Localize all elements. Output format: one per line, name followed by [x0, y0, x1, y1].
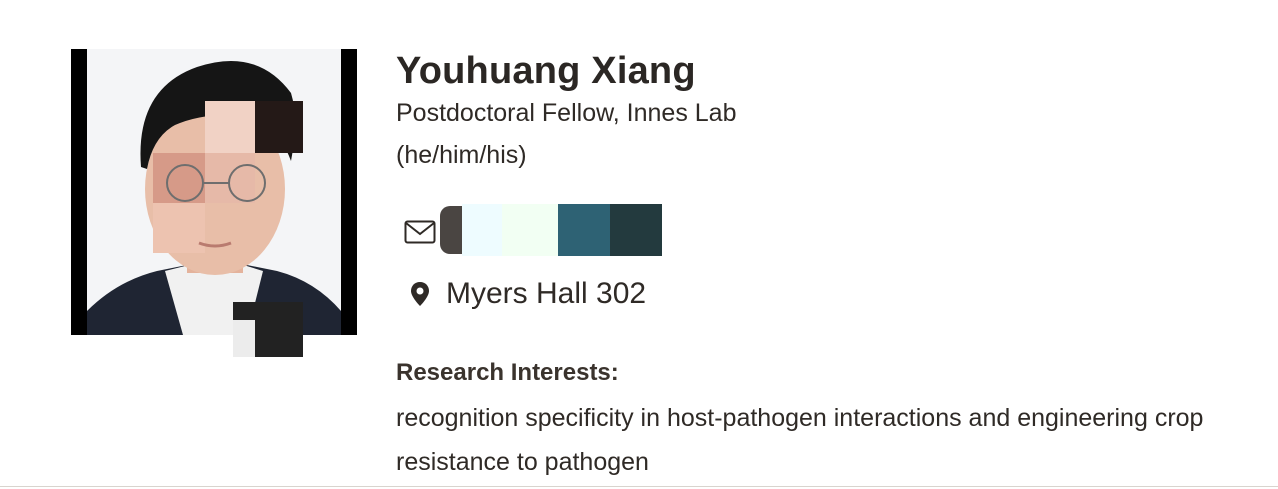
office-row: Myers Hall 302: [396, 274, 796, 314]
person-title: Postdoctoral Fellow, Innes Lab: [396, 99, 737, 127]
office-location: Myers Hall 302: [446, 277, 647, 310]
envelope-icon: [404, 220, 436, 244]
email-redaction-2: [462, 204, 502, 256]
email-row: [396, 204, 696, 256]
email-redaction-5: [610, 204, 662, 256]
profile-info: Youhuang Xiang Postdoctoral Fellow, Inne…: [396, 48, 1256, 476]
map-pin-icon: [410, 281, 430, 307]
profile-card: Youhuang Xiang Postdoctoral Fellow, Inne…: [0, 0, 1278, 489]
email-redaction-1: [440, 206, 462, 254]
person-pronouns: (he/him/his): [396, 141, 527, 169]
profile-photo-image: [87, 49, 341, 335]
photo-redaction-block-light: [233, 320, 255, 357]
research-interests-text: recognition specificity in host-pathogen…: [396, 404, 1204, 476]
email-redaction-3: [502, 204, 558, 256]
section-divider: [0, 486, 1278, 487]
profile-photo: [71, 49, 357, 335]
research-interests-heading: Research Interests:: [396, 359, 619, 386]
person-name: Youhuang Xiang: [396, 50, 696, 92]
email-redaction-4: [558, 204, 610, 256]
